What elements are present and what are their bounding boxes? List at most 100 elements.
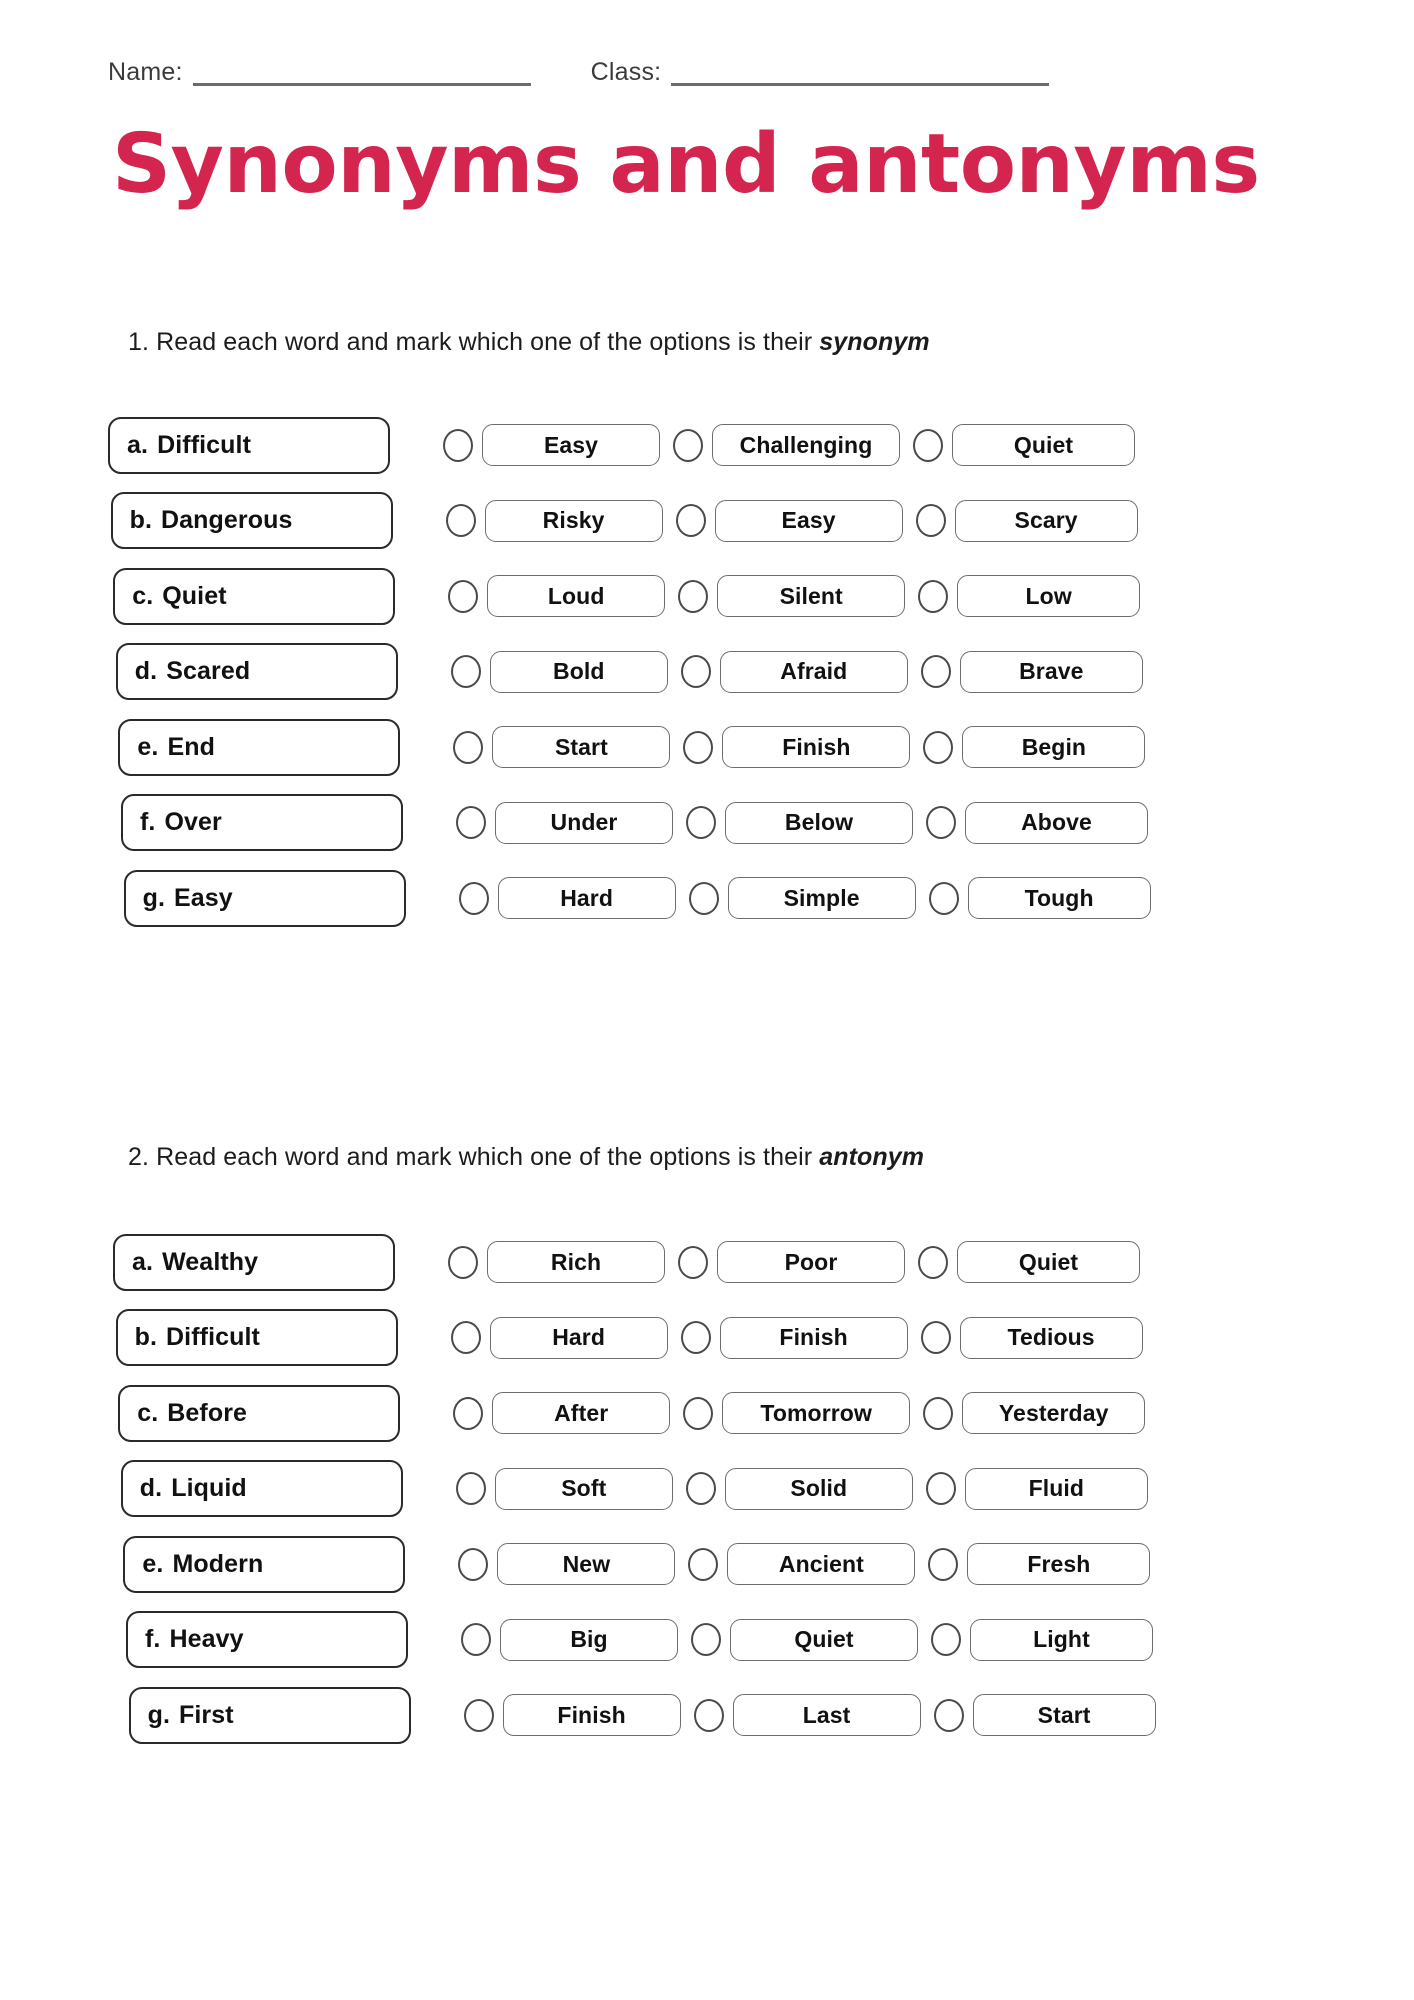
answer-option-label[interactable]: Fresh [967,1543,1151,1585]
answer-option[interactable]: Scary [915,499,1138,542]
radio-bubble-icon[interactable] [923,730,954,764]
radio-bubble-icon[interactable] [693,1698,724,1732]
answer-option[interactable]: Tough [928,877,1151,919]
radio-bubble-icon[interactable] [688,881,719,915]
answer-option[interactable]: Soft [455,1467,673,1510]
answer-option[interactable]: Poor [678,1241,905,1283]
radio-bubble-icon[interactable] [913,428,943,462]
radio-bubble-icon[interactable] [918,579,949,613]
answer-option-label[interactable]: Tedious [959,1316,1143,1359]
radio-bubble-icon[interactable] [918,1245,948,1279]
answer-option-label[interactable]: Quiet [957,1241,1140,1283]
answer-option[interactable]: Light [931,1618,1153,1661]
answer-option[interactable]: Hard [458,877,676,919]
name-input-line[interactable] [192,83,531,86]
answer-option[interactable]: Last [693,1694,921,1736]
answer-option-label[interactable]: Silent [717,575,906,617]
answer-option-label[interactable]: Begin [962,726,1146,768]
answer-option-label[interactable]: Risky [484,499,663,542]
answer-option-label[interactable]: Below [725,801,913,844]
answer-option-label[interactable]: Last [732,1694,921,1736]
radio-bubble-icon[interactable] [453,730,484,764]
answer-option[interactable]: Big [461,1618,678,1661]
answer-option[interactable]: Finish [683,726,911,768]
answer-option[interactable]: Start [453,726,671,768]
answer-option-label[interactable]: Hard [497,877,676,919]
answer-option-label[interactable]: Big [500,1618,678,1661]
answer-option[interactable]: Simple [688,877,916,919]
answer-option-label[interactable]: After [492,1392,671,1434]
answer-option[interactable]: Bold [450,650,668,693]
radio-bubble-icon[interactable] [678,1245,708,1279]
answer-option[interactable]: Below [686,801,913,844]
answer-option-label[interactable]: Start [972,1694,1156,1736]
answer-option-label[interactable]: Soft [494,1467,673,1510]
radio-bubble-icon[interactable] [928,881,959,915]
radio-bubble-icon[interactable] [683,730,714,764]
answer-option-label[interactable]: New [497,1543,676,1585]
radio-bubble-icon[interactable] [678,579,709,613]
answer-option[interactable]: Rich [448,1241,665,1283]
answer-option[interactable]: Start [933,1694,1156,1736]
radio-bubble-icon[interactable] [463,1698,494,1732]
answer-option-label[interactable]: Easy [482,424,660,466]
answer-option-label[interactable]: Under [495,801,673,844]
radio-bubble-icon[interactable] [931,1623,961,1656]
answer-option-label[interactable]: Challenging [712,424,900,466]
answer-option-label[interactable]: Above [965,801,1148,844]
radio-bubble-icon[interactable] [926,806,956,839]
answer-option[interactable]: Above [926,801,1148,844]
answer-option-label[interactable]: Light [970,1618,1153,1661]
radio-bubble-icon[interactable] [458,881,489,915]
answer-option[interactable]: Solid [685,1467,913,1510]
radio-bubble-icon[interactable] [450,1321,481,1354]
answer-option[interactable]: Afraid [680,650,908,693]
answer-option-label[interactable]: Finish [502,1694,681,1736]
radio-bubble-icon[interactable] [445,504,476,537]
radio-bubble-icon[interactable] [450,655,481,688]
answer-option-label[interactable]: Quiet [730,1618,918,1661]
answer-option[interactable]: Challenging [673,424,900,466]
answer-option[interactable]: Fresh [928,1543,1151,1585]
answer-option[interactable]: Tedious [920,1316,1143,1359]
answer-option[interactable]: Begin [923,726,1146,768]
answer-option[interactable]: Ancient [688,1543,916,1585]
radio-bubble-icon[interactable] [923,1396,954,1430]
answer-option[interactable]: Yesterday [923,1392,1146,1434]
answer-option[interactable]: Tomorrow [683,1392,911,1434]
answer-option[interactable]: Risky [445,499,663,542]
answer-option-label[interactable]: Afraid [719,650,908,693]
radio-bubble-icon[interactable] [448,579,479,613]
answer-option-label[interactable]: Tough [967,877,1151,919]
radio-bubble-icon[interactable] [688,1547,719,1581]
radio-bubble-icon[interactable] [673,428,703,462]
radio-bubble-icon[interactable] [675,504,706,537]
answer-option[interactable]: Brave [920,650,1143,693]
answer-option-label[interactable]: Yesterday [962,1392,1146,1434]
radio-bubble-icon[interactable] [933,1698,964,1732]
answer-option-label[interactable]: Low [957,575,1141,617]
radio-bubble-icon[interactable] [455,1472,486,1505]
radio-bubble-icon[interactable] [680,655,711,688]
radio-bubble-icon[interactable] [920,655,951,688]
radio-bubble-icon[interactable] [458,1547,489,1581]
radio-bubble-icon[interactable] [680,1321,711,1354]
answer-option[interactable]: Under [456,801,673,844]
radio-bubble-icon[interactable] [686,806,716,839]
answer-option[interactable]: Low [918,575,1141,617]
answer-option-label[interactable]: Loud [487,575,666,617]
answer-option[interactable]: Finish [680,1316,908,1359]
answer-option-label[interactable]: Brave [959,650,1143,693]
answer-option-label[interactable]: Start [492,726,671,768]
answer-option-label[interactable]: Simple [727,877,916,919]
answer-option-label[interactable]: Finish [719,1316,908,1359]
answer-option-label[interactable]: Scary [954,499,1138,542]
answer-option[interactable]: Finish [463,1694,681,1736]
answer-option-label[interactable]: Easy [714,499,903,542]
answer-option-label[interactable]: Ancient [727,1543,916,1585]
answer-option-label[interactable]: Rich [487,1241,665,1283]
answer-option-label[interactable]: Bold [489,650,668,693]
answer-option[interactable]: Silent [678,575,906,617]
answer-option[interactable]: Easy [675,499,903,542]
radio-bubble-icon[interactable] [683,1396,714,1430]
